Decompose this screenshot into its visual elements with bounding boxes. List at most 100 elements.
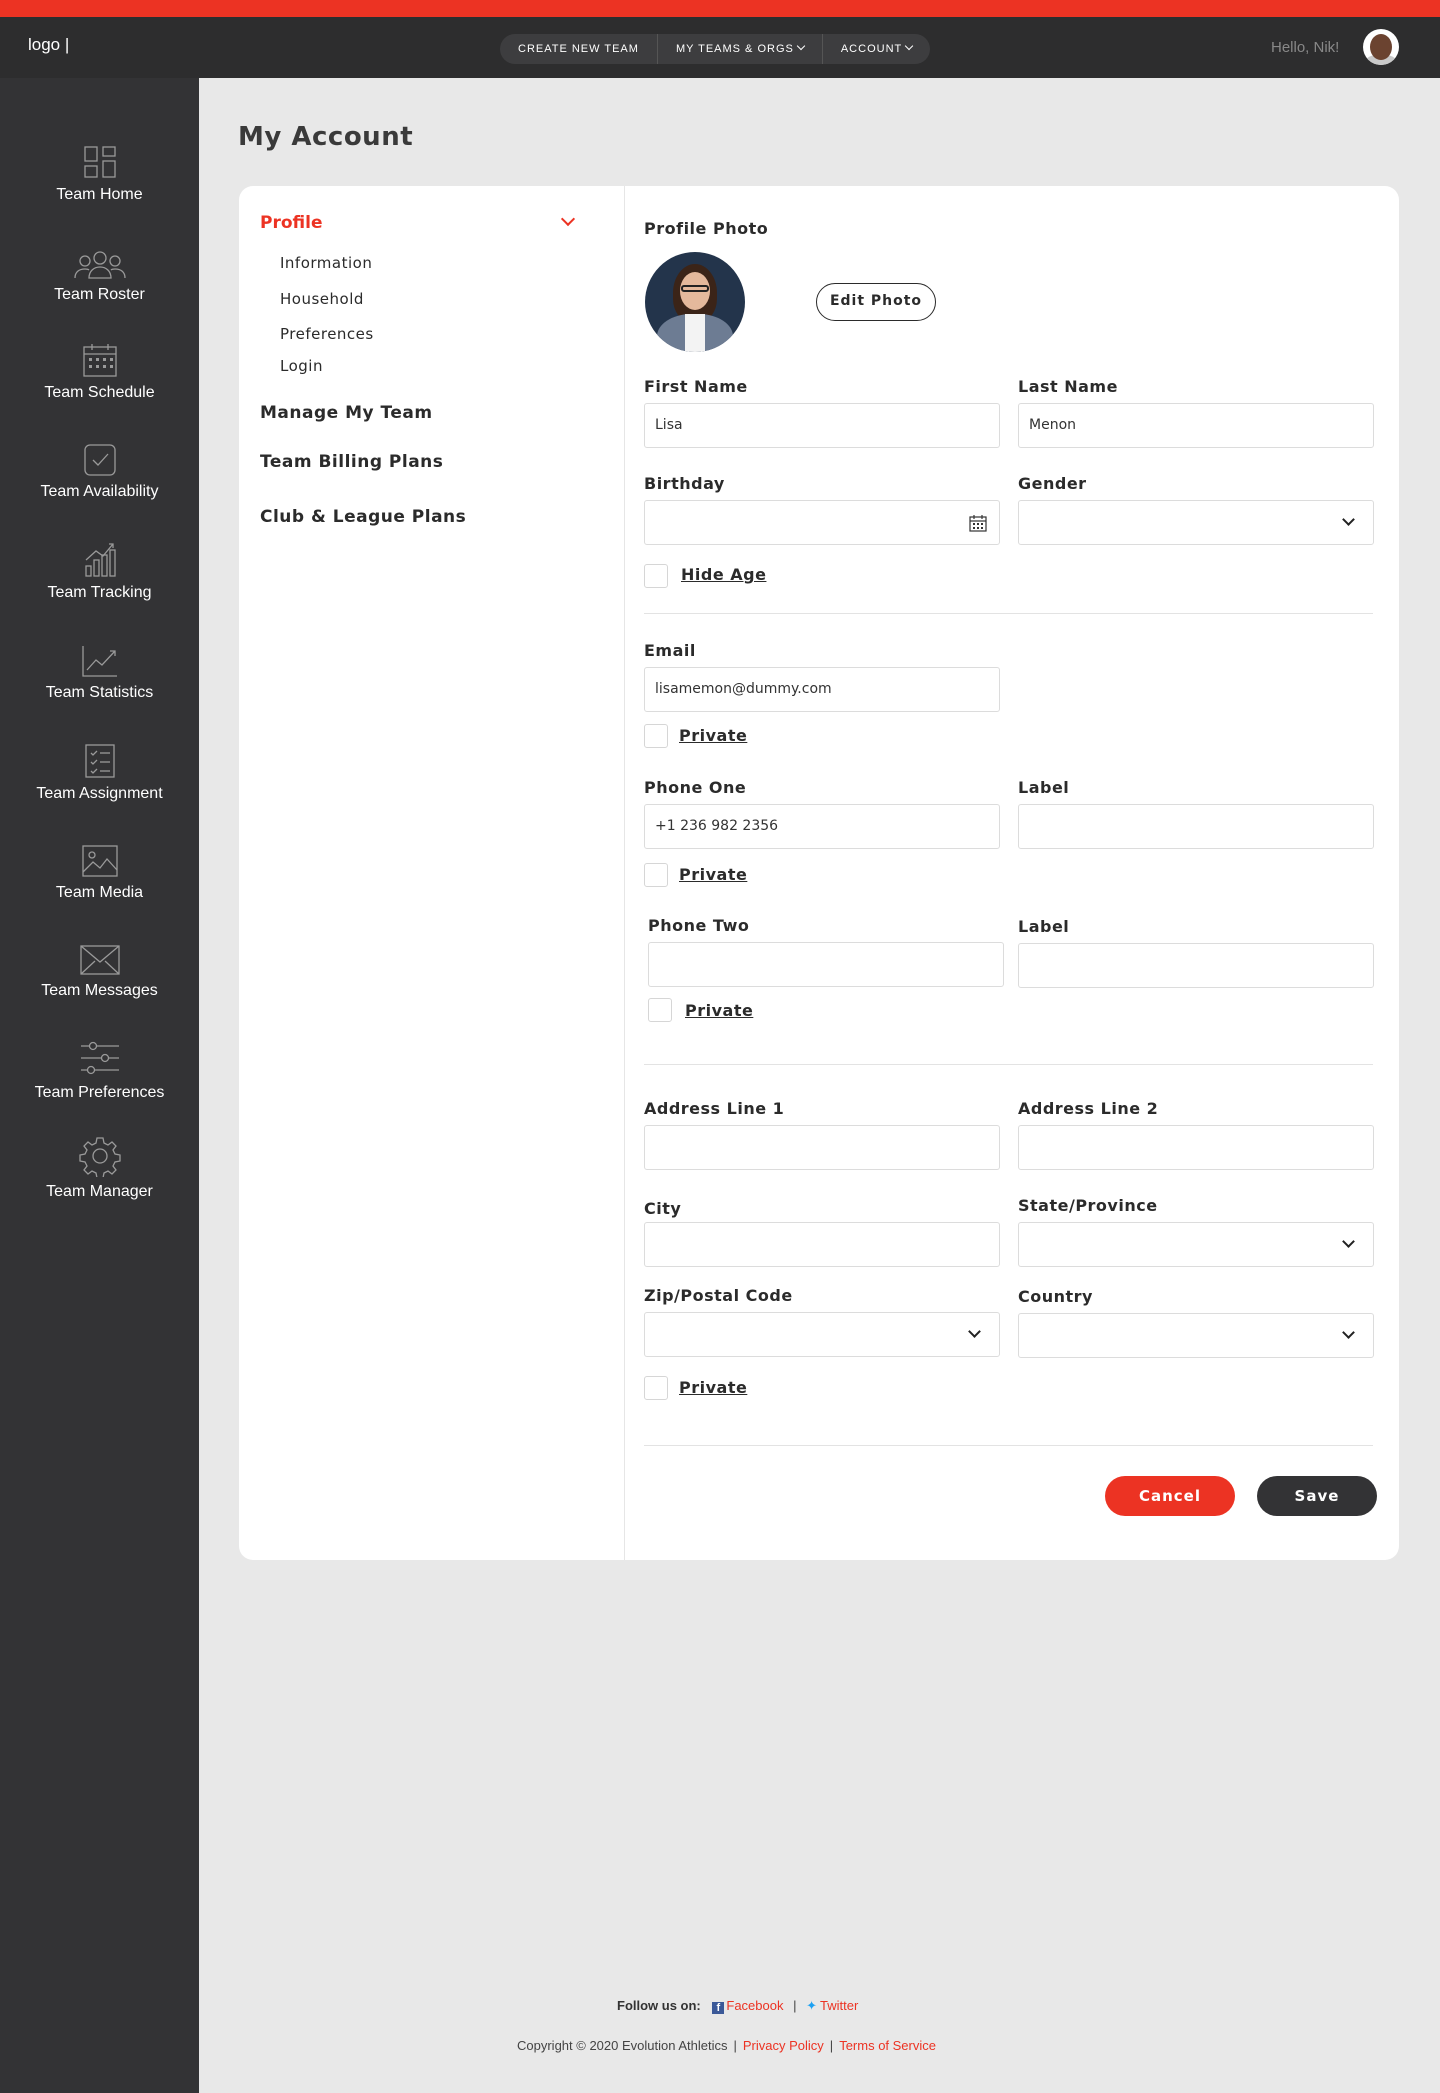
- hide-age-checkbox[interactable]: [644, 564, 668, 588]
- section-divider: [644, 613, 1373, 614]
- menu-manage-my-team[interactable]: Manage My Team: [260, 403, 433, 423]
- birthday-field[interactable]: [644, 500, 1000, 545]
- twitter-link[interactable]: Twitter: [820, 1998, 858, 2013]
- sidebar-item-label: Team Assignment: [36, 785, 163, 802]
- sidebar-item-team-home[interactable]: Team Home: [0, 144, 199, 204]
- menu-club-league-plans[interactable]: Club & League Plans: [260, 507, 466, 527]
- sidebar-item-team-media[interactable]: Team Media: [0, 844, 199, 902]
- sliders-icon: [80, 1041, 119, 1075]
- privacy-policy-link[interactable]: Privacy Policy: [743, 2038, 824, 2053]
- sidebar-item-label: Team Preferences: [34, 1084, 165, 1101]
- sidebar-item-label: Team Media: [55, 884, 144, 901]
- menu-subitem-preferences[interactable]: Preferences: [280, 325, 374, 343]
- facebook-link[interactable]: Facebook: [726, 1998, 783, 2013]
- calendar-icon: [82, 344, 117, 377]
- email-private-label[interactable]: Private: [679, 726, 747, 745]
- sidebar-item-team-preferences[interactable]: Team Preferences: [0, 1038, 199, 1102]
- phone-one-private-checkbox[interactable]: [644, 863, 668, 887]
- menu-subitem-household[interactable]: Household: [280, 290, 364, 308]
- image-icon: [81, 845, 118, 877]
- sidebar-item-team-schedule[interactable]: Team Schedule: [0, 342, 199, 402]
- dashboard-icon: [83, 146, 116, 178]
- nav-create-new-team[interactable]: CREATE NEW TEAM: [500, 34, 658, 64]
- address-line-2-field[interactable]: [1018, 1125, 1374, 1170]
- profile-photo: [645, 252, 745, 352]
- envelope-icon: [79, 945, 120, 975]
- top-nav: CREATE NEW TEAM MY TEAMS & ORGS ACCOUNT: [500, 34, 931, 64]
- sidebar-item-team-availability[interactable]: Team Availability: [0, 443, 199, 501]
- follow-label: Follow us on:: [617, 1998, 701, 2013]
- address-line-1-field[interactable]: [644, 1125, 1000, 1170]
- top-accent-bar: [0, 0, 1440, 17]
- state-province-select[interactable]: [1018, 1222, 1374, 1267]
- sidebar-item-label: Team Messages: [41, 982, 158, 999]
- last-name-label: Last Name: [1018, 377, 1118, 396]
- phone-two-type-label: Label: [1018, 917, 1070, 936]
- sidebar-item-team-messages[interactable]: Team Messages: [0, 944, 199, 1000]
- last-name-field[interactable]: Menon: [1018, 403, 1374, 448]
- save-button[interactable]: Save: [1257, 1476, 1377, 1516]
- menu-subitem-information[interactable]: Information: [280, 254, 372, 272]
- phone-one-private-label[interactable]: Private: [679, 865, 747, 884]
- logo[interactable]: logo |: [28, 35, 69, 55]
- footer-copyright: Copyright © 2020 Evolution Athletics | Pri…: [517, 2038, 936, 2053]
- zip-postal-code-select[interactable]: [644, 1312, 1000, 1357]
- sidebar-item-label: Team Availability: [40, 483, 159, 500]
- address-private-label[interactable]: Private: [679, 1378, 747, 1397]
- sidebar-item-label: Team Schedule: [44, 384, 155, 401]
- chevron-down-icon: [904, 41, 914, 51]
- sidebar-item-label: Team Home: [56, 186, 143, 203]
- phone-two-private-label[interactable]: Private: [685, 1001, 753, 1020]
- sidebar-item-team-statistics[interactable]: Team Statistics: [0, 644, 199, 702]
- phone-two-private-checkbox[interactable]: [648, 998, 672, 1022]
- phone-two-field[interactable]: [648, 942, 1004, 987]
- nav-my-teams-orgs-label: MY TEAMS & ORGS: [675, 43, 794, 55]
- twitter-icon: ✦: [806, 1998, 818, 2013]
- sidebar: Team Home Team Roster Team Schedule Team…: [0, 78, 199, 2093]
- card-divider: [624, 186, 625, 1560]
- first-name-field[interactable]: Lisa: [644, 403, 1000, 448]
- chevron-down-icon: [796, 41, 806, 51]
- menu-profile[interactable]: Profile: [260, 213, 322, 233]
- chevron-down-icon: [1342, 1235, 1355, 1248]
- phone-one-field[interactable]: +1 236 982 2356: [644, 804, 1000, 849]
- footer-social: Follow us on: f Facebook | ✦ Twitter: [617, 1998, 859, 2014]
- sidebar-item-team-assignment[interactable]: Team Assignment: [0, 743, 199, 803]
- section-divider: [644, 1445, 1373, 1446]
- city-label: City: [644, 1199, 682, 1218]
- city-field[interactable]: [644, 1222, 1000, 1267]
- edit-photo-button[interactable]: Edit Photo: [816, 283, 936, 321]
- state-province-label: State/Province: [1018, 1196, 1158, 1215]
- sidebar-item-label: Team Roster: [54, 286, 145, 303]
- cancel-button[interactable]: Cancel: [1105, 1476, 1235, 1516]
- profile-photo-label: Profile Photo: [644, 219, 769, 238]
- phone-one-type-field[interactable]: [1018, 804, 1374, 849]
- nav-account[interactable]: ACCOUNT: [823, 34, 930, 64]
- email-field[interactable]: lisamemon@dummy.com: [644, 667, 1000, 712]
- country-select[interactable]: [1018, 1313, 1374, 1358]
- calendar-icon[interactable]: [969, 514, 987, 532]
- section-divider: [644, 1064, 1373, 1065]
- page-title: My Account: [238, 122, 414, 152]
- menu-subitem-login[interactable]: Login: [280, 357, 323, 375]
- gender-select[interactable]: [1018, 500, 1374, 545]
- chevron-down-icon: [968, 1325, 981, 1338]
- sidebar-item-team-manager[interactable]: Team Manager: [0, 1135, 199, 1201]
- phone-one-label: Phone One: [644, 778, 747, 797]
- sidebar-item-team-roster[interactable]: Team Roster: [0, 250, 199, 304]
- sidebar-item-team-tracking[interactable]: Team Tracking: [0, 542, 199, 602]
- phone-two-type-field[interactable]: [1018, 943, 1374, 988]
- terms-of-service-link[interactable]: Terms of Service: [839, 2038, 936, 2053]
- chevron-down-icon: [1342, 513, 1355, 526]
- address-private-checkbox[interactable]: [644, 1376, 668, 1400]
- email-private-checkbox[interactable]: [644, 724, 668, 748]
- greeting: Hello, Nik!: [1271, 39, 1340, 56]
- top-header: logo | CREATE NEW TEAM MY TEAMS & ORGS A…: [0, 17, 1440, 78]
- gear-icon: [78, 1137, 121, 1177]
- nav-my-teams-orgs[interactable]: MY TEAMS & ORGS: [658, 34, 823, 64]
- line-chart-icon: [81, 646, 117, 677]
- user-avatar[interactable]: [1363, 29, 1399, 65]
- menu-team-billing-plans[interactable]: Team Billing Plans: [260, 452, 443, 472]
- hide-age-label[interactable]: Hide Age: [681, 565, 766, 584]
- birthday-label: Birthday: [644, 474, 725, 493]
